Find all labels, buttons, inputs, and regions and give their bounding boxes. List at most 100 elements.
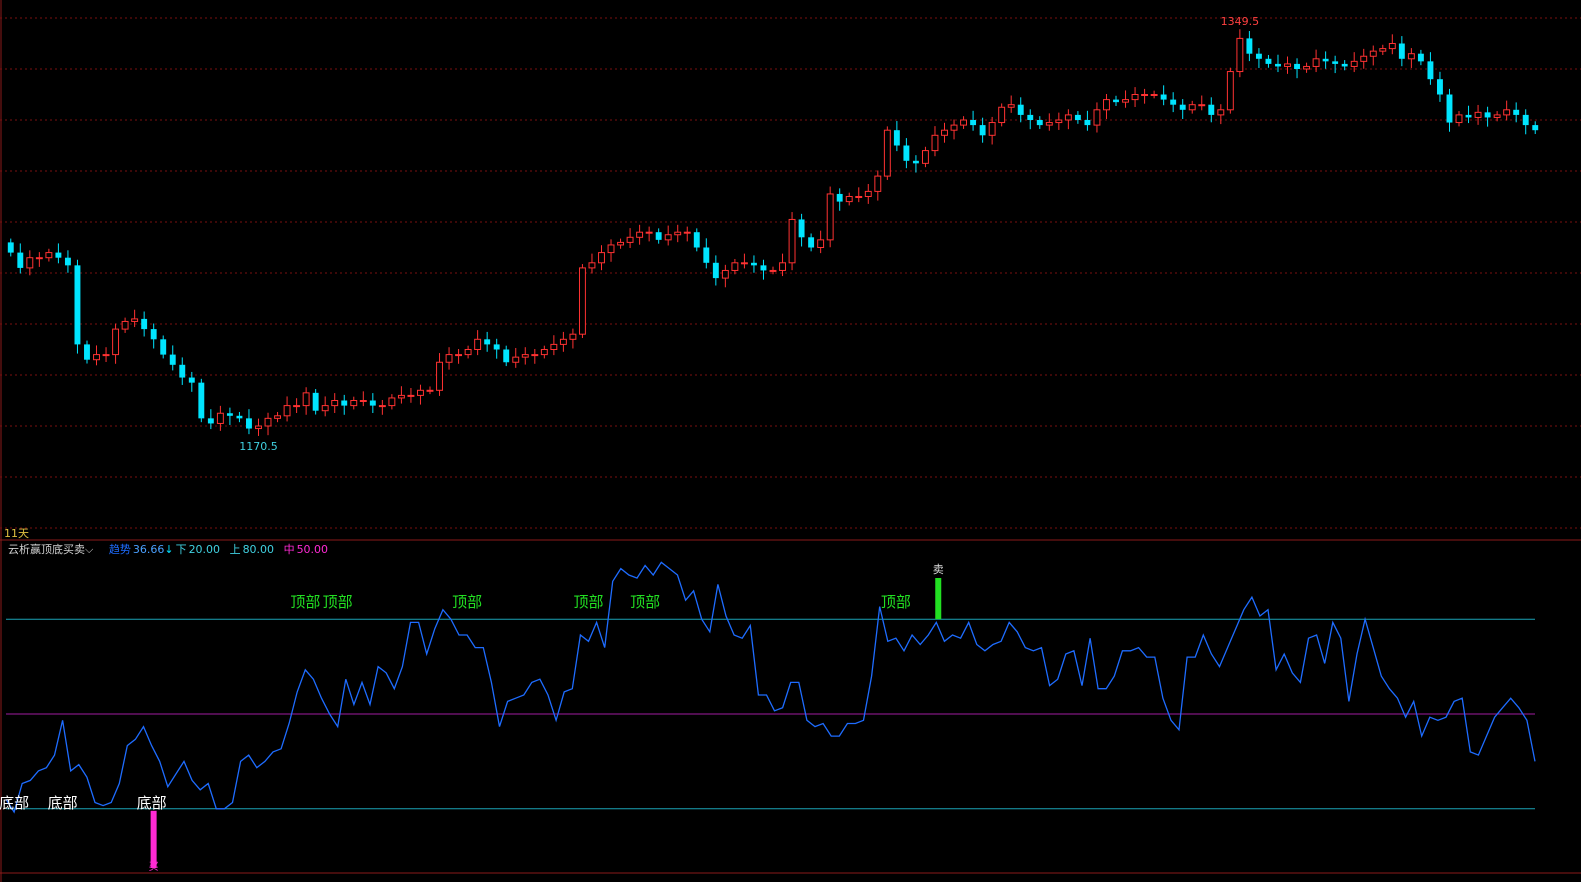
candle-down <box>1160 94 1167 100</box>
candle-up <box>1131 94 1139 101</box>
candle-down <box>1255 53 1262 59</box>
candle-up <box>740 262 748 265</box>
candle-up <box>864 190 872 197</box>
candle-up <box>1055 119 1063 124</box>
candle-down <box>798 219 805 238</box>
candle-up <box>598 252 605 264</box>
candle-up <box>445 354 453 363</box>
candle-up <box>1503 109 1511 116</box>
candle-up <box>1350 60 1358 67</box>
candle-down <box>493 344 500 350</box>
candle-down <box>1208 104 1215 115</box>
candle-down <box>1532 125 1539 131</box>
candle-up <box>350 400 358 407</box>
candle-down <box>179 364 186 378</box>
candlestick-series <box>7 29 1539 436</box>
price-annotations: 1349.5 1170.5 <box>239 15 1259 453</box>
candle-down <box>160 339 167 355</box>
candle-up <box>474 338 482 350</box>
candle-down <box>1074 114 1081 120</box>
candle-up <box>397 394 405 399</box>
candle-down <box>55 252 62 258</box>
candle-up <box>645 231 653 234</box>
candle-up <box>998 106 1006 124</box>
candle-down <box>226 413 233 416</box>
candle-down <box>1398 43 1405 59</box>
candle-up <box>874 175 882 192</box>
candle-up <box>26 257 34 269</box>
candle-up <box>941 129 948 136</box>
candle-down <box>1484 112 1491 118</box>
trend-line <box>5 561 1536 814</box>
candle-up <box>264 417 272 427</box>
top-marker: 顶部 <box>881 593 911 611</box>
candle-up <box>1122 99 1129 103</box>
candle-up <box>664 234 672 241</box>
candle-down <box>1513 109 1520 115</box>
candle-up <box>1141 94 1149 96</box>
top-bottom-markers: 顶部 顶部 顶部 顶部 顶部 顶部底部 底部 底部 <box>0 593 911 812</box>
candle-down <box>312 392 319 411</box>
candle-up <box>588 262 596 269</box>
candle-down <box>1027 114 1034 120</box>
candle-up <box>683 231 691 234</box>
candle-up <box>93 354 100 361</box>
candle-down <box>912 160 919 164</box>
candle-down <box>893 130 900 146</box>
candle-up <box>550 343 558 350</box>
candle-up <box>274 415 282 419</box>
candle-down <box>207 418 214 424</box>
candle-up <box>731 262 739 271</box>
candle-up <box>960 119 968 126</box>
candle-up <box>1217 109 1225 116</box>
candle-up <box>1493 114 1501 118</box>
candle-up <box>1369 50 1377 57</box>
candle-down <box>1322 58 1329 62</box>
price-chart[interactable]: 1349.5 1170.5 顶部 顶部 顶部 顶部 顶部 顶部底部 底部 底部 买卖 <box>0 0 1581 882</box>
candle-down <box>1294 63 1300 69</box>
candle-up <box>417 389 424 396</box>
candle-up <box>921 150 929 164</box>
candle-up <box>293 405 301 408</box>
candle-up <box>407 394 415 397</box>
candle-up <box>464 349 472 356</box>
candle-down <box>1113 99 1119 103</box>
candle-down <box>1017 104 1024 115</box>
candle-up <box>779 262 786 271</box>
candle-down <box>750 262 757 266</box>
candle-up <box>1455 114 1463 124</box>
candle-up <box>1226 71 1234 111</box>
candle-up <box>1407 53 1415 60</box>
buy-signal-bar <box>150 810 157 868</box>
candle-up <box>255 425 262 430</box>
candle-up <box>578 267 586 335</box>
candle-down <box>1275 63 1281 67</box>
candle-up <box>636 231 644 238</box>
candle-down <box>188 377 195 383</box>
candle-up <box>855 196 863 198</box>
candle-up <box>331 400 339 407</box>
candle-up <box>931 134 939 152</box>
candle-up <box>35 257 43 260</box>
top-marker: 顶部 <box>452 593 482 611</box>
candle-down <box>693 232 700 248</box>
candle-up <box>1064 114 1072 121</box>
sell-signal-label: 卖 <box>933 563 944 576</box>
candle-down <box>503 349 510 363</box>
candle-up <box>1093 109 1101 126</box>
candle-up <box>1198 104 1206 107</box>
candle-down <box>979 125 986 136</box>
candle-up <box>617 241 625 246</box>
candle-down <box>1036 120 1043 126</box>
candle-down <box>7 242 14 253</box>
candle-down <box>1522 114 1529 126</box>
candle-down <box>836 193 843 202</box>
candle-up <box>131 318 139 322</box>
candle-down <box>903 145 910 161</box>
candle-up <box>1103 99 1110 111</box>
candle-down <box>1437 79 1443 95</box>
candle-up <box>102 354 110 357</box>
candle-up <box>302 392 310 407</box>
candle-up <box>1236 37 1244 73</box>
candle-down <box>1179 104 1186 110</box>
